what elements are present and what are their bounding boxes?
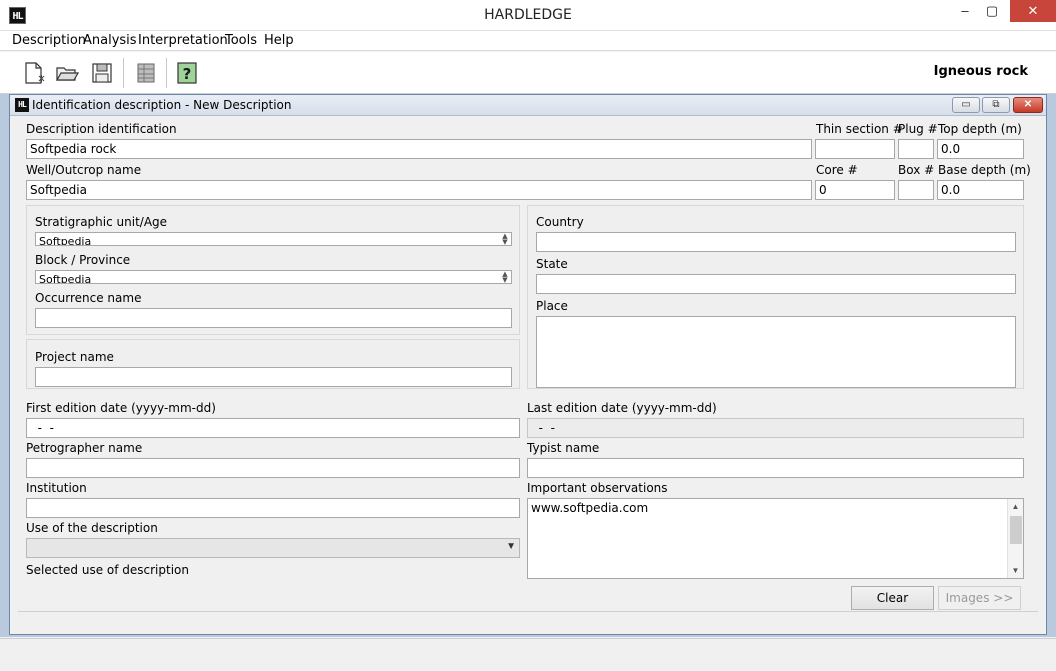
toolbar-separator (123, 58, 124, 88)
typist-name-label: Typist name (527, 441, 600, 455)
stratigraphic-unit-field[interactable]: Softpedia ▲ ▼ (35, 232, 512, 246)
country-field[interactable] (536, 232, 1016, 252)
state-label: State (536, 257, 568, 271)
box-field[interactable] (898, 180, 934, 200)
stratigraphic-unit-label: Stratigraphic unit/Age (35, 215, 168, 229)
inner-window-title: Identification description - New Descrip… (32, 98, 292, 112)
identification-window: HL Identification description - New Desc… (9, 94, 1047, 635)
inner-close-button[interactable]: ✕ (1013, 97, 1043, 113)
description-form: Description identification Thin section … (18, 117, 1038, 613)
petrographer-name-label: Petrographer name (26, 441, 143, 455)
menu-help[interactable]: Help (263, 33, 295, 48)
chevron-down-icon[interactable]: ▼ (506, 541, 516, 552)
place-field[interactable] (536, 316, 1016, 388)
selected-use-label: Selected use of description (26, 563, 189, 577)
typist-name-field[interactable] (527, 458, 1024, 478)
occurrence-name-field[interactable] (35, 308, 512, 328)
save-button[interactable] (89, 60, 115, 86)
spinner-arrows-icon[interactable]: ▲ ▼ (501, 271, 509, 283)
petrographer-name-field[interactable] (26, 458, 520, 478)
top-depth-label: Top depth (m) (938, 122, 1022, 136)
thin-section-field[interactable] (815, 139, 895, 159)
status-bar (0, 638, 1056, 671)
state-field[interactable] (536, 274, 1016, 294)
institution-label: Institution (26, 481, 87, 495)
description-identification-field[interactable]: Softpedia rock (26, 139, 812, 159)
plug-field[interactable] (898, 139, 934, 159)
title-bar: HL HARDLEDGE ‒ ▢ ✕ (0, 0, 1056, 31)
menu-description[interactable]: Description (11, 33, 87, 48)
help-button[interactable]: ? (174, 60, 200, 86)
table-icon (137, 63, 155, 83)
menu-bar: Description Analysis Interpretation Tool… (0, 31, 1056, 51)
mdi-workspace: HL Identification description - New Desc… (0, 94, 1056, 637)
close-button[interactable]: ✕ (1010, 0, 1056, 22)
last-edition-date-field: - - (527, 418, 1024, 438)
plug-label: Plug # (898, 122, 938, 136)
well-outcrop-field[interactable]: Softpedia (26, 180, 812, 200)
form-divider (18, 611, 1038, 612)
first-edition-date-label: First edition date (yyyy-mm-dd) (26, 401, 216, 415)
inner-restore-button[interactable]: ⧉ (982, 97, 1010, 113)
observations-scrollbar[interactable]: ▲ ▼ (1007, 499, 1023, 578)
institution-field[interactable] (26, 498, 520, 518)
open-folder-icon (55, 67, 79, 81)
spinner-arrows-icon[interactable]: ▲ ▼ (501, 233, 509, 245)
project-name-label: Project name (35, 350, 114, 364)
inner-window-icon: HL (15, 98, 29, 112)
use-of-description-label: Use of the description (26, 521, 158, 535)
rock-type-label: Igneous rock (933, 64, 1028, 79)
new-document-icon (25, 62, 45, 84)
country-label: Country (536, 215, 584, 229)
base-depth-field[interactable]: 0.0 (937, 180, 1024, 200)
toolbar-separator (166, 58, 167, 88)
window-title: HARDLEDGE (484, 7, 572, 23)
maximize-button[interactable]: ▢ (975, 0, 1009, 22)
first-edition-date-field[interactable]: - - (26, 418, 520, 438)
description-identification-label: Description identification (26, 122, 177, 136)
new-document-button[interactable] (21, 60, 47, 86)
core-field[interactable]: 0 (815, 180, 895, 200)
scroll-up-icon[interactable]: ▲ (1008, 499, 1023, 514)
toolbar: ? Igneous rock (0, 52, 1056, 94)
important-observations-label: Important observations (527, 481, 668, 495)
project-panel: Project name (26, 339, 520, 389)
important-observations-field[interactable]: www.softpedia.com ▲ ▼ (527, 498, 1024, 579)
inner-title-bar: HL Identification description - New Desc… (10, 95, 1046, 116)
stratigraphy-panel: Stratigraphic unit/Age Softpedia ▲ ▼ Bloc… (26, 205, 520, 335)
save-disk-icon (92, 63, 112, 83)
stratigraphic-unit-value: Softpedia (39, 235, 92, 246)
well-outcrop-label: Well/Outcrop name (26, 163, 142, 177)
scroll-down-icon[interactable]: ▼ (1008, 563, 1023, 578)
menu-analysis[interactable]: Analysis (82, 33, 138, 48)
location-panel: Country State Place (527, 205, 1024, 389)
block-province-value: Softpedia (39, 273, 92, 284)
core-label: Core # (816, 163, 858, 177)
inner-minimize-button[interactable]: ▭ (952, 97, 980, 113)
project-name-field[interactable] (35, 367, 512, 387)
top-depth-field[interactable]: 0.0 (937, 139, 1024, 159)
box-label: Box # (898, 163, 935, 177)
clear-button[interactable]: Clear (851, 586, 934, 610)
scroll-thumb[interactable] (1010, 516, 1022, 544)
base-depth-label: Base depth (m) (938, 163, 1031, 177)
help-icon: ? (177, 62, 197, 84)
svg-text:?: ? (183, 65, 192, 83)
block-province-field[interactable]: Softpedia ▲ ▼ (35, 270, 512, 284)
place-label: Place (536, 299, 568, 313)
menu-interpretation[interactable]: Interpretation (137, 33, 229, 48)
table-button[interactable] (133, 60, 159, 86)
images-button: Images >> (938, 586, 1021, 610)
menu-tools[interactable]: Tools (224, 33, 258, 48)
block-province-label: Block / Province (35, 253, 131, 267)
important-observations-value: www.softpedia.com (531, 501, 649, 515)
use-of-description-select[interactable]: ▼ (26, 538, 520, 558)
thin-section-label: Thin section # (816, 122, 903, 136)
occurrence-name-label: Occurrence name (35, 291, 142, 305)
last-edition-date-label: Last edition date (yyyy-mm-dd) (527, 401, 717, 415)
open-button[interactable] (54, 60, 80, 86)
